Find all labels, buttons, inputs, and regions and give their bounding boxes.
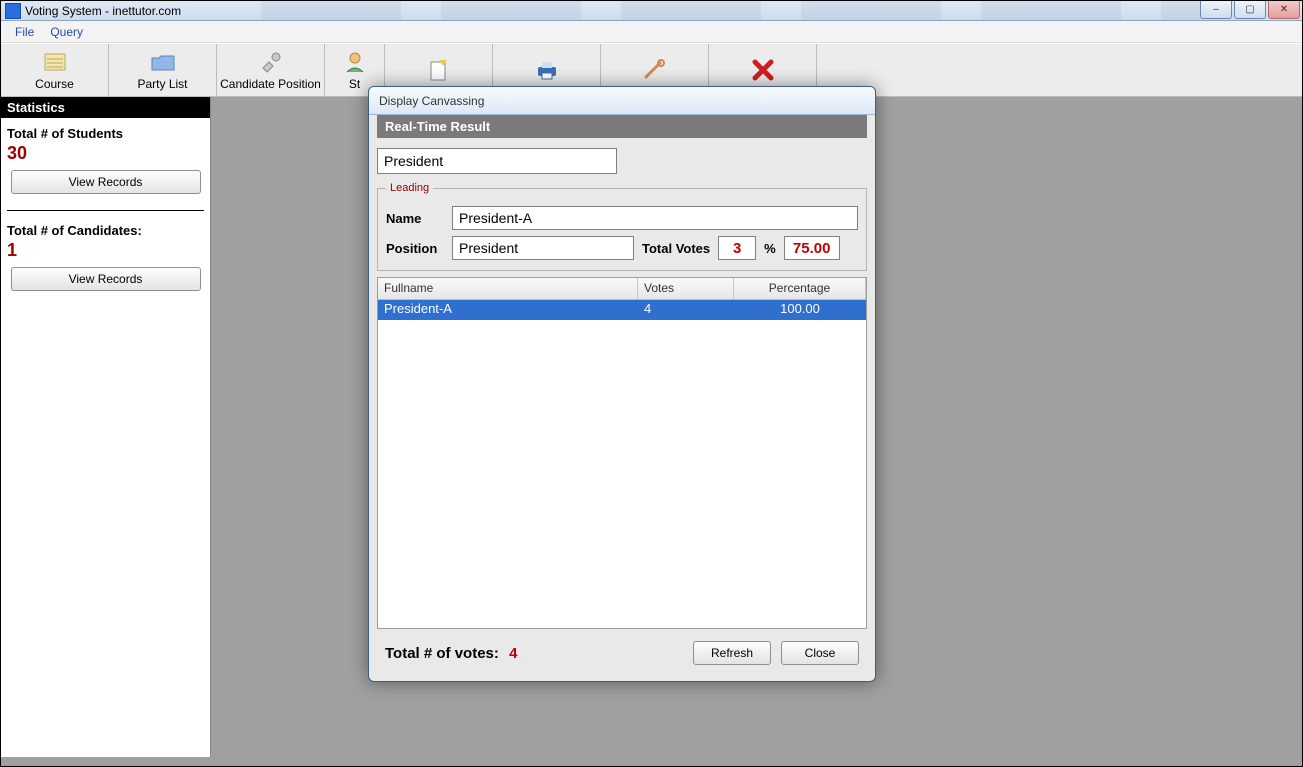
course-icon [41, 49, 69, 75]
cell-fullname: President-A [378, 300, 638, 320]
toolbar-st-label: St [349, 77, 360, 91]
app-icon [5, 3, 21, 19]
cell-votes: 4 [638, 300, 734, 320]
menu-query[interactable]: Query [42, 23, 91, 41]
results-grid[interactable]: Fullname Votes Percentage President-A 4 … [377, 277, 867, 629]
position-value: President [459, 240, 518, 256]
toolbar-party-label: Party List [137, 77, 187, 91]
minimize-button[interactable]: – [1200, 1, 1232, 19]
printer-icon [533, 57, 561, 83]
percent-value: 75.00 [793, 240, 831, 257]
leading-fieldset: Leading Name President-A Position Presid… [377, 182, 867, 271]
menu-bar: File Query [1, 21, 1302, 43]
grid-rows: President-A 4 100.00 [378, 300, 866, 628]
col-votes[interactable]: Votes [638, 278, 734, 299]
statistics-header: Statistics [1, 97, 210, 118]
section-realtime-result: Real-Time Result [377, 115, 867, 138]
close-button[interactable]: ✕ [1268, 1, 1300, 19]
dialog-titlebar[interactable]: Display Canvassing [369, 87, 875, 115]
statistics-panel: Statistics Total # of Students 30 View R… [1, 97, 211, 757]
col-fullname[interactable]: Fullname [378, 278, 638, 299]
name-field[interactable]: President-A [452, 206, 858, 230]
view-records-students-button[interactable]: View Records [11, 170, 201, 194]
col-percentage[interactable]: Percentage [734, 278, 866, 299]
dialog-footer: Total # of votes: 4 Refresh Close [385, 641, 859, 665]
grid-header: Fullname Votes Percentage [378, 278, 866, 300]
leading-legend: Leading [386, 182, 433, 194]
cell-percentage: 100.00 [734, 300, 866, 320]
position-label: Position [386, 241, 444, 256]
name-value: President-A [459, 210, 532, 226]
percent-symbol: % [764, 241, 776, 256]
students-label: Total # of Students [7, 126, 204, 141]
divider [7, 210, 204, 211]
position-select[interactable]: President [377, 148, 617, 174]
total-votes-footer-label: Total # of votes: [385, 645, 499, 662]
wrench-icon [641, 57, 669, 83]
window-title: Voting System - inettutor.com [25, 4, 181, 18]
total-votes-footer-value: 4 [509, 645, 517, 662]
name-label: Name [386, 211, 444, 226]
titlebar[interactable]: Voting System - inettutor.com – ▢ ✕ [1, 1, 1302, 21]
total-votes-field[interactable]: 3 [718, 236, 756, 260]
background-tabs-blur [261, 1, 1200, 20]
document-arrow-icon [425, 57, 453, 83]
maximize-button[interactable]: ▢ [1234, 1, 1266, 19]
window-controls: – ▢ ✕ [1200, 1, 1302, 20]
candidates-label: Total # of Candidates: [7, 223, 204, 238]
view-records-candidates-button[interactable]: View Records [11, 267, 201, 291]
display-canvassing-dialog[interactable]: Display Canvassing Real-Time Result Pres… [368, 86, 876, 682]
total-votes-value: 3 [733, 240, 741, 257]
position-field[interactable]: President [452, 236, 634, 260]
total-votes-label: Total Votes [642, 241, 710, 256]
close-dialog-button[interactable]: Close [781, 641, 859, 665]
grid-row[interactable]: President-A 4 100.00 [378, 300, 866, 320]
dialog-title-text: Display Canvassing [379, 94, 484, 108]
toolbar-party-list[interactable]: Party List [109, 44, 217, 96]
candidates-value: 1 [7, 240, 204, 261]
tools-icon [257, 49, 285, 75]
students-value: 30 [7, 143, 204, 164]
toolbar-course-label: Course [35, 77, 74, 91]
menu-file[interactable]: File [7, 23, 42, 41]
position-select-value: President [384, 153, 443, 169]
toolbar-candidate-position[interactable]: Candidate Position [217, 44, 325, 96]
refresh-button[interactable]: Refresh [693, 641, 771, 665]
x-red-icon [749, 57, 777, 83]
total-votes-footer: Total # of votes: 4 [385, 645, 517, 662]
dialog-body: Real-Time Result President Leading Name … [377, 115, 867, 673]
toolbar-candpos-label: Candidate Position [220, 77, 321, 91]
percent-field[interactable]: 75.00 [784, 236, 840, 260]
toolbar-course[interactable]: Course [1, 44, 109, 96]
folder-icon [149, 49, 177, 75]
person-icon [341, 49, 369, 75]
